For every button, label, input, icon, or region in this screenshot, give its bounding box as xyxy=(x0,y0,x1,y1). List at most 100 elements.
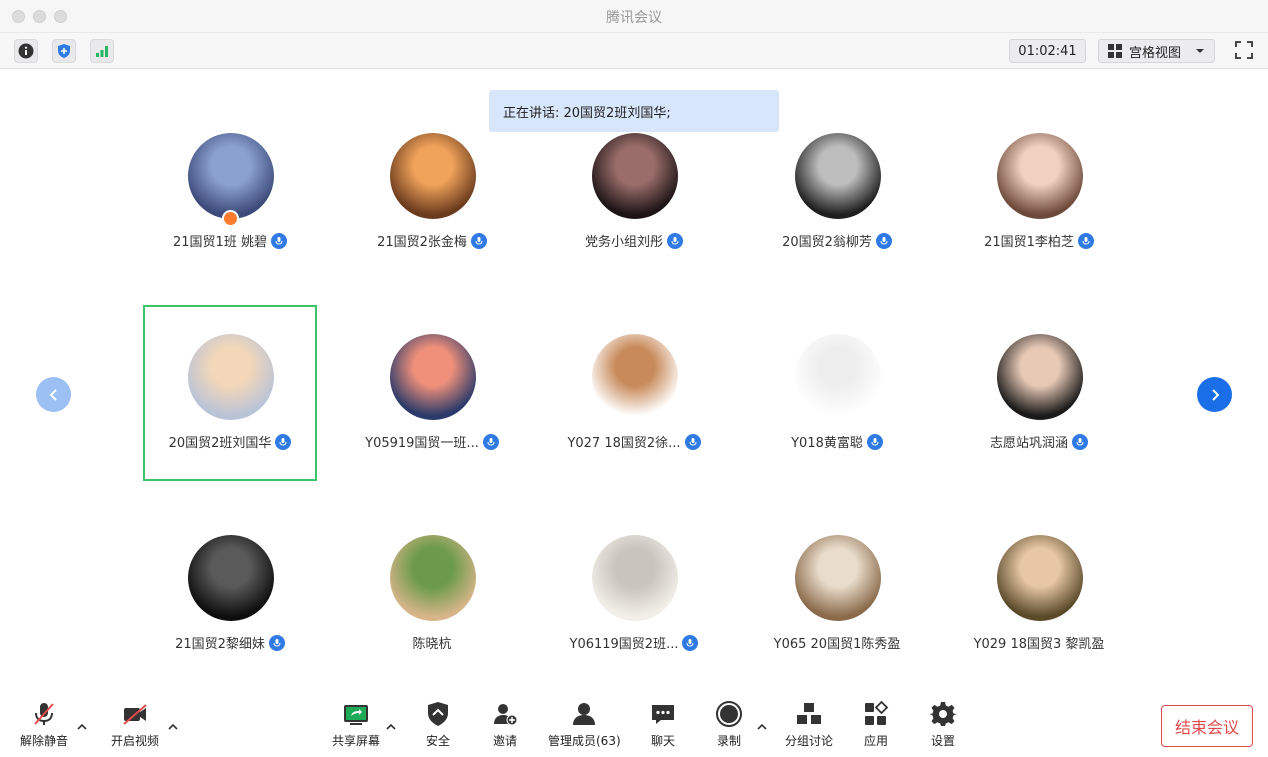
participant-avatar xyxy=(188,334,274,420)
mic-status-icon xyxy=(470,232,487,249)
participant-avatar xyxy=(592,535,678,621)
settings-icon xyxy=(929,702,957,726)
share-screen-button[interactable]: 共享屏幕 xyxy=(332,700,380,749)
host-badge-icon xyxy=(222,210,239,227)
mic-status-icon xyxy=(875,232,892,249)
record-options-caret-icon[interactable] xyxy=(755,720,769,734)
participant-name-row: 21国贸2张金梅 xyxy=(325,231,539,250)
participant-tile[interactable]: 21国贸2张金梅 xyxy=(345,104,519,280)
participant-tile[interactable]: Y065 20国贸1陈秀盈 xyxy=(750,506,924,682)
participant-avatar xyxy=(997,133,1083,219)
participant-avatar xyxy=(592,334,678,420)
network-status-button[interactable] xyxy=(90,39,114,63)
mic-status-icon xyxy=(684,433,701,450)
participant-tile[interactable]: 党务小组刘彤 xyxy=(547,104,721,280)
breakout-rooms-label: 分组讨论 xyxy=(785,734,834,748)
invite-button[interactable]: 邀请 xyxy=(491,700,519,749)
share-screen-icon xyxy=(344,705,368,725)
security-label: 安全 xyxy=(425,734,450,748)
settings-button[interactable]: 设置 xyxy=(929,700,957,749)
invite-label: 邀请 xyxy=(492,734,517,748)
mic-status-icon xyxy=(482,433,499,450)
view-mode-label: 宫格视图 xyxy=(1129,45,1182,61)
mic-status-icon xyxy=(667,232,683,249)
participant-tile[interactable]: Y027 18国贸2徐... xyxy=(547,305,721,481)
participant-avatar xyxy=(795,334,881,420)
unmute-button[interactable]: 解除静音 xyxy=(20,700,68,749)
participant-name-row: 21国贸2黎细妹 xyxy=(123,633,337,652)
participant-tile[interactable]: 志愿站巩润涵 xyxy=(952,305,1126,481)
participant-tile[interactable]: 20国贸2翁柳芳 xyxy=(750,104,924,280)
participant-tile[interactable]: Y06119国贸2班... xyxy=(547,506,721,682)
participant-name-row: Y065 20国贸1陈秀盈 xyxy=(730,633,944,652)
mic-status-icon xyxy=(866,433,883,450)
participant-avatar xyxy=(390,334,476,420)
participant-name: 21国贸1李柏芝 xyxy=(984,235,1074,250)
security-button[interactable]: 安全 xyxy=(424,700,452,749)
record-button[interactable]: 录制 xyxy=(715,700,743,749)
manage-members-label: 管理成员(63) xyxy=(548,734,621,748)
participant-tile[interactable]: 21国贸1李柏芝 xyxy=(952,104,1126,280)
mic-status-icon xyxy=(270,232,287,249)
participant-tile[interactable]: Y029 18国贸3 黎凯盈 xyxy=(952,506,1126,682)
previous-page-button[interactable] xyxy=(36,377,71,412)
participant-name: Y06119国贸2班... xyxy=(569,637,679,652)
participant-tile[interactable]: Y018黄富聪 xyxy=(750,305,924,481)
record-icon xyxy=(716,701,742,727)
participant-avatar xyxy=(592,133,678,219)
participant-tile[interactable]: 20国贸2班刘国华 xyxy=(143,305,317,481)
security-icon xyxy=(428,702,448,726)
participant-avatar xyxy=(997,334,1083,420)
participant-name: Y029 18国贸3 黎凯盈 xyxy=(973,637,1105,652)
participant-name-row: 20国贸2翁柳芳 xyxy=(730,231,944,250)
members-icon xyxy=(573,703,596,725)
participant-tile[interactable]: 陈晓杭 xyxy=(345,506,519,682)
participant-name: 20国贸2班刘国华 xyxy=(168,436,272,451)
fullscreen-button[interactable] xyxy=(1233,39,1255,61)
breakout-rooms-button[interactable]: 分组讨论 xyxy=(785,700,833,749)
view-mode-dropdown[interactable]: 宫格视图 xyxy=(1098,39,1215,63)
participant-tile[interactable]: 21国贸1班 姚碧 xyxy=(143,104,317,280)
participant-name: Y018黄富聪 xyxy=(791,436,863,451)
chat-button[interactable]: 聊天 xyxy=(649,700,677,749)
meeting-info-button[interactable] xyxy=(14,39,38,63)
security-status-button[interactable] xyxy=(52,39,76,63)
caret-down-icon xyxy=(1196,49,1205,53)
participant-name-row: 党务小组刘彤 xyxy=(527,231,741,250)
share-options-caret-icon[interactable] xyxy=(384,720,398,734)
participant-name: 志愿站巩润涵 xyxy=(989,436,1068,451)
manage-members-button[interactable]: 管理成员(63) xyxy=(548,700,621,749)
title-bar: 腾讯会议 xyxy=(0,0,1268,33)
apps-button[interactable]: 应用 xyxy=(862,700,890,749)
participant-name-row: 陈晓杭 xyxy=(325,633,539,652)
video-options-caret-icon[interactable] xyxy=(166,720,180,734)
meeting-timer: 01:02:41 xyxy=(1009,39,1086,63)
participant-name-row: 21国贸1李柏芝 xyxy=(932,231,1146,250)
window-title: 腾讯会议 xyxy=(606,10,662,26)
record-label: 录制 xyxy=(716,734,741,748)
start-video-button[interactable]: 开启视频 xyxy=(111,700,159,749)
participant-avatar xyxy=(390,535,476,621)
end-meeting-button[interactable]: 结束会议 xyxy=(1161,705,1253,747)
invite-icon xyxy=(494,704,518,726)
participant-name-row: Y027 18国贸2徐... xyxy=(527,432,741,451)
participant-name: Y05919国贸一班... xyxy=(365,436,479,451)
participant-name-row: Y018黄富聪 xyxy=(730,432,944,451)
participant-tile[interactable]: 21国贸2黎细妹 xyxy=(143,506,317,682)
signal-icon xyxy=(96,46,108,57)
participant-name-row: 20国贸2班刘国华 xyxy=(125,432,335,451)
chevron-left-icon xyxy=(49,388,57,401)
participant-name: 21国贸2张金梅 xyxy=(377,235,467,250)
audio-options-caret-icon[interactable] xyxy=(75,720,89,734)
participant-avatar xyxy=(795,535,881,621)
chat-label: 聊天 xyxy=(650,734,675,748)
participant-name-row: Y029 18国贸3 黎凯盈 xyxy=(932,633,1146,652)
participant-tile[interactable]: Y05919国贸一班... xyxy=(345,305,519,481)
participant-avatar xyxy=(795,133,881,219)
share-screen-label: 共享屏幕 xyxy=(332,734,381,748)
participant-name-row: 志愿站巩润涵 xyxy=(932,432,1146,451)
fullscreen-icon xyxy=(1235,41,1253,59)
participant-name: 20国贸2翁柳芳 xyxy=(782,235,872,250)
next-page-button[interactable] xyxy=(1197,377,1232,412)
participant-name: Y027 18国贸2徐... xyxy=(567,436,681,451)
